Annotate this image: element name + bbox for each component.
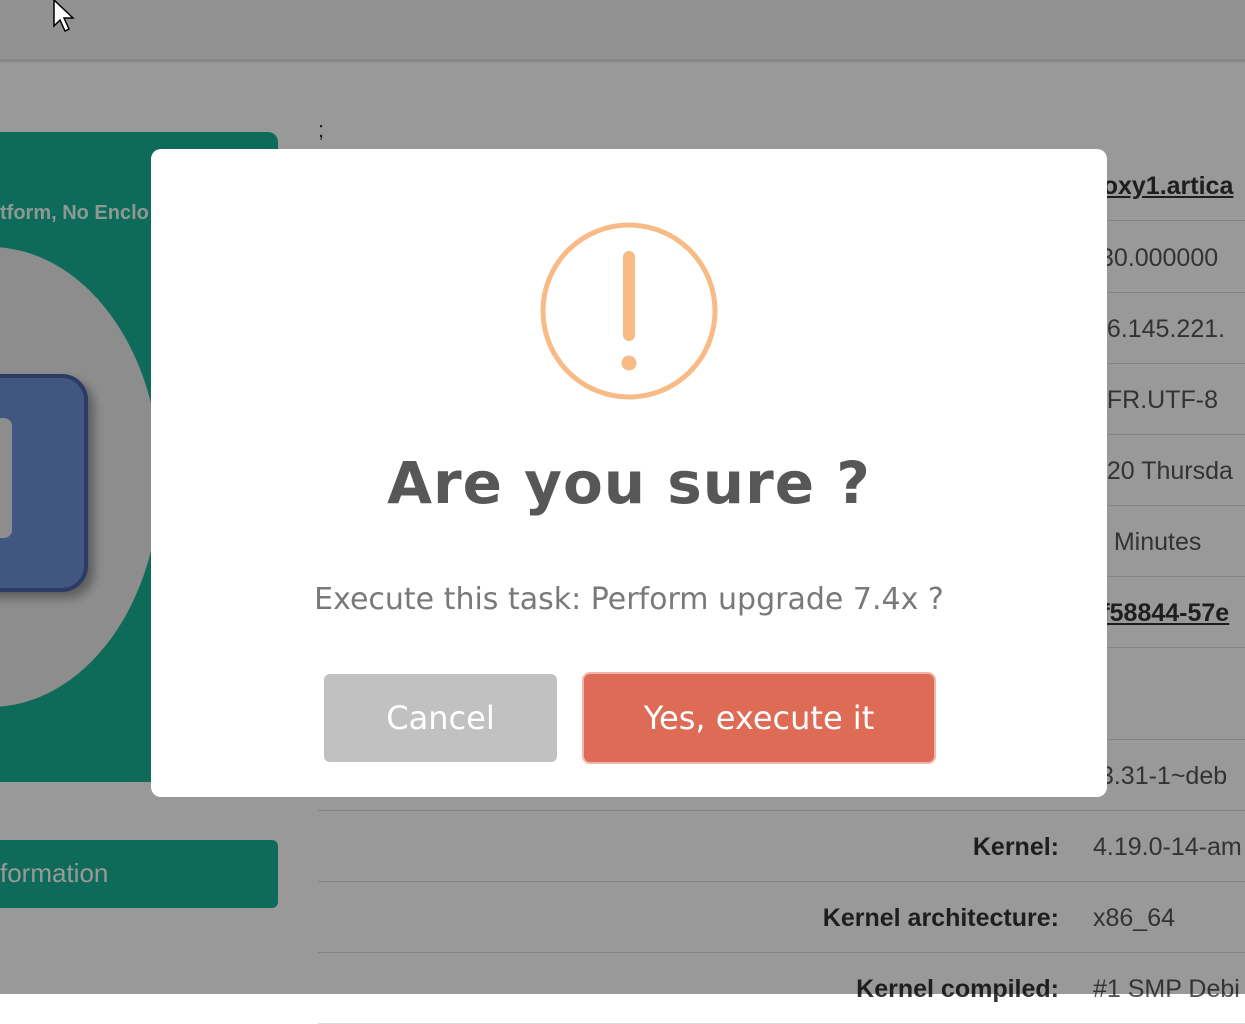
- dialog-text: Execute this task: Perform upgrade 7.4x …: [314, 582, 944, 617]
- mouse-cursor-icon: [53, 0, 75, 32]
- cancel-button[interactable]: Cancel: [324, 674, 557, 762]
- confirm-button[interactable]: Yes, execute it: [584, 674, 934, 762]
- confirm-dialog: Are you sure ? Execute this task: Perfor…: [151, 149, 1107, 797]
- warning-icon: [540, 222, 718, 400]
- dialog-title: Are you sure ?: [387, 449, 871, 517]
